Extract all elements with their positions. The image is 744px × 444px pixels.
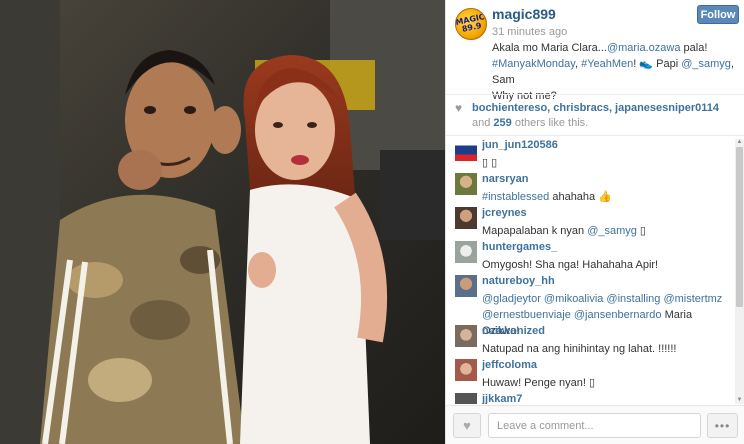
likes-summary: bochientereso, chrisbracs, japanesesnipe… bbox=[472, 101, 738, 131]
comment-text-part: Mapapalaban k nyan bbox=[482, 225, 588, 237]
caption-hashtag[interactable]: #YeahMen bbox=[581, 58, 633, 70]
commenter-username[interactable]: huntergames_ bbox=[482, 241, 557, 253]
more-options-button[interactable]: ••• bbox=[707, 413, 738, 438]
like-button[interactable]: ♥ bbox=[453, 413, 481, 438]
commenter-username[interactable]: jjkkam7 bbox=[482, 393, 522, 404]
post-photo[interactable] bbox=[0, 0, 445, 444]
likes-count[interactable]: 259 bbox=[493, 117, 511, 129]
list-item: natureboy_hh @gladjeytor @mikoalivia @in… bbox=[446, 275, 735, 337]
comments-list: jun_jun120586 ▯ ▯ narsryan #instablessed… bbox=[446, 139, 735, 404]
commenter-avatar[interactable] bbox=[455, 173, 477, 195]
comment-text: Huwaw! Penge nyan! ▯ bbox=[482, 377, 596, 389]
heart-icon: ♥ bbox=[455, 101, 463, 115]
commenter-avatar[interactable] bbox=[455, 359, 477, 381]
likes-suffix: others like this. bbox=[514, 117, 589, 129]
list-item: huntergames_ Omygosh! Sha nga! Hahahaha … bbox=[446, 241, 735, 275]
post-header: MAGIC 89.9 magic899 31 minutes ago Follo… bbox=[446, 0, 744, 102]
comment-footer: ♥ ••• bbox=[446, 405, 744, 444]
commenter-avatar[interactable] bbox=[455, 325, 477, 347]
list-item: narsryan #instablessed ahahaha 👍 bbox=[446, 173, 735, 207]
caption-text: pala! bbox=[680, 42, 708, 54]
caption-hashtag[interactable]: #ManyakMonday bbox=[492, 58, 575, 70]
caption-text: ! 👟 Papi bbox=[633, 58, 682, 70]
commenter-username[interactable]: naikkonized bbox=[482, 325, 545, 337]
comment-text-part: ahahaha 👍 bbox=[549, 191, 612, 203]
caption-mention[interactable]: @maria.ozawa bbox=[607, 42, 681, 54]
avatar-logo-text: MAGIC 89.9 bbox=[455, 12, 486, 34]
account-username[interactable]: magic899 bbox=[492, 6, 556, 22]
commenter-username[interactable]: jeffcoloma bbox=[482, 359, 537, 371]
commenter-username[interactable]: jun_jun120586 bbox=[482, 139, 558, 151]
post-photo-image bbox=[0, 0, 445, 444]
follow-button[interactable]: Follow bbox=[697, 5, 739, 24]
commenter-username[interactable]: narsryan bbox=[482, 173, 528, 185]
comment-mentions[interactable]: @gladjeytor @mikoalivia @installing @mis… bbox=[482, 293, 722, 305]
comment-text: ▯ ▯ bbox=[482, 157, 498, 169]
comment-hashtag[interactable]: #instablessed bbox=[482, 191, 549, 203]
comment-mentions[interactable]: @ernestbuenviaje @jansenbernardo bbox=[482, 309, 662, 321]
caption-text: Akala mo Maria Clara... bbox=[492, 42, 607, 54]
scroll-thumb[interactable] bbox=[736, 147, 743, 307]
comment-text-part: ▯ bbox=[636, 225, 646, 237]
list-item: jun_jun120586 ▯ ▯ bbox=[446, 139, 735, 173]
comment-text: Mapapalaban k nyan @_samyg ▯ bbox=[482, 223, 728, 239]
likers-list[interactable]: bochientereso, chrisbracs, japanesesnipe… bbox=[472, 102, 719, 114]
commenter-avatar[interactable] bbox=[455, 139, 477, 161]
account-avatar[interactable]: MAGIC 89.9 bbox=[455, 8, 487, 40]
likes-row: ♥ bochientereso, chrisbracs, japanesesni… bbox=[446, 94, 744, 136]
comment-input[interactable] bbox=[488, 413, 701, 438]
post-details-panel: MAGIC 89.9 magic899 31 minutes ago Follo… bbox=[445, 0, 744, 444]
list-item: jeffcoloma Huwaw! Penge nyan! ▯ bbox=[446, 359, 735, 393]
commenter-avatar[interactable] bbox=[455, 275, 477, 297]
commenter-username[interactable]: natureboy_hh bbox=[482, 275, 555, 287]
list-item: jcreynes Mapapalaban k nyan @_samyg ▯ bbox=[446, 207, 735, 241]
scroll-down-arrow-icon[interactable]: ▼ bbox=[736, 397, 743, 404]
list-item: jjkkam7 bbox=[446, 393, 735, 404]
commenter-username[interactable]: jcreynes bbox=[482, 207, 527, 219]
commenter-avatar[interactable] bbox=[455, 393, 477, 404]
comment-text: #instablessed ahahaha 👍 bbox=[482, 189, 728, 205]
commenter-avatar[interactable] bbox=[455, 241, 477, 263]
comments-scrollbar[interactable]: ▲ ▼ bbox=[735, 139, 744, 404]
likes-and-text: and bbox=[472, 117, 494, 129]
ellipsis-icon: ••• bbox=[714, 418, 731, 433]
commenter-avatar[interactable] bbox=[455, 207, 477, 229]
scroll-up-arrow-icon[interactable]: ▲ bbox=[736, 139, 743, 146]
comment-mention[interactable]: @_samyg bbox=[587, 225, 637, 237]
caption-mention[interactable]: @_samyg bbox=[681, 58, 731, 70]
comment-text: Omygosh! Sha nga! Hahahaha Apir! bbox=[482, 259, 659, 271]
post-timestamp[interactable]: 31 minutes ago bbox=[492, 26, 567, 38]
list-item: naikkonized Natupad na ang hinihintay ng… bbox=[446, 325, 735, 359]
heart-icon: ♥ bbox=[463, 418, 471, 433]
comment-text: Natupad na ang hinihintay ng lahat. !!!!… bbox=[482, 343, 677, 355]
